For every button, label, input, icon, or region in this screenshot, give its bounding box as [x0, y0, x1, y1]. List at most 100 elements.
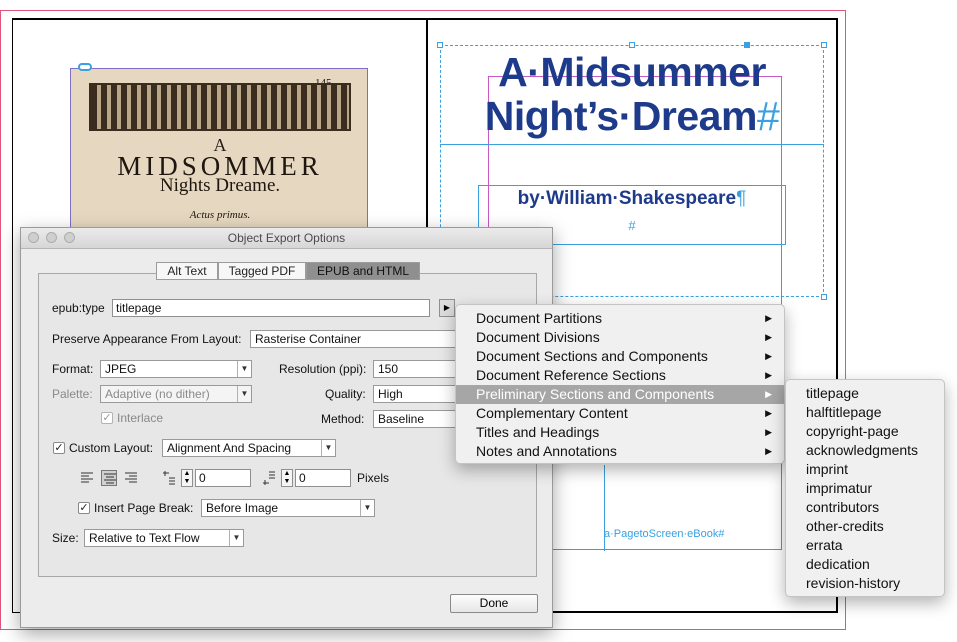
dialog-titlebar[interactable]: Object Export Options	[21, 228, 552, 249]
hidden-char-pilcrow: ¶	[736, 188, 747, 209]
selection-handle[interactable]	[821, 294, 827, 300]
book-title[interactable]: A·Midsummer Night’s·Dream#	[440, 50, 824, 138]
selection-handle[interactable]	[821, 42, 827, 48]
submenu-item-imprimatur[interactable]: imprimatur	[786, 479, 944, 498]
menu-item-complementary-content[interactable]: Complementary Content ▶	[456, 404, 784, 423]
chevron-down-icon: ▼	[360, 500, 374, 516]
method-value: Baseline	[378, 412, 425, 426]
book-title-line-2-text: Night’s·Dream	[484, 93, 758, 139]
size-label: Size:	[52, 531, 79, 545]
done-button[interactable]: Done	[450, 594, 538, 613]
submenu-item-copyright-page[interactable]: copyright-page	[786, 422, 944, 441]
menu-item-document-sections[interactable]: Document Sections and Components ▶	[456, 347, 784, 366]
submenu-item-dedication[interactable]: dedication	[786, 555, 944, 574]
submenu-arrow-icon: ▶	[765, 351, 772, 361]
custom-layout-label: Custom Layout:	[69, 441, 154, 455]
footer-text: a·PagetoScreen·eBook#	[604, 528, 725, 540]
insert-page-break-checkbox[interactable]: ✓	[78, 502, 90, 514]
insert-page-break-value: Before Image	[206, 501, 279, 515]
align-right-icon[interactable]	[123, 470, 139, 486]
submenu-item-contributors[interactable]: contributors	[786, 498, 944, 517]
tab-alt-text[interactable]: Alt Text	[156, 262, 218, 280]
selection-handle[interactable]	[744, 42, 750, 48]
resolution-select[interactable]: 150	[373, 360, 461, 378]
method-select[interactable]: Baseline	[373, 410, 461, 428]
palette-value: Adaptive (no dither)	[105, 387, 210, 401]
insert-page-break-select[interactable]: Before Image ▼	[201, 499, 375, 517]
space-before-icon	[163, 471, 175, 485]
space-after-icon	[263, 471, 275, 485]
title-frame-baseline	[440, 144, 824, 145]
chevron-down-icon: ▼	[237, 361, 251, 377]
dialog-title: Object Export Options	[227, 231, 346, 245]
menu-item-titles-and-headings[interactable]: Titles and Headings ▶	[456, 423, 784, 442]
quality-select[interactable]: High	[373, 385, 461, 403]
submenu-arrow-icon: ▶	[765, 446, 772, 456]
size-select[interactable]: Relative to Text Flow ▼	[84, 529, 244, 547]
menu-item-label: Document Reference Sections	[476, 367, 666, 383]
format-value: JPEG	[105, 362, 137, 376]
quality-label: Quality:	[325, 387, 366, 401]
submenu-item-halftitlepage[interactable]: halftitlepage	[786, 403, 944, 422]
quality-value: High	[378, 387, 403, 401]
byline: by·William·Shakespeare¶	[478, 188, 786, 210]
submenu-item-acknowledgments[interactable]: acknowledgments	[786, 441, 944, 460]
menu-item-document-reference[interactable]: Document Reference Sections ▶	[456, 366, 784, 385]
format-label: Format:	[52, 362, 94, 376]
tab-tagged-pdf[interactable]: Tagged PDF	[218, 262, 306, 280]
hidden-char-hash: #	[756, 93, 780, 139]
epub-type-menu-button[interactable]: ▶	[439, 299, 455, 317]
preserve-appearance-label: Preserve Appearance From Layout:	[52, 332, 242, 346]
scan-subtitle: Nights Dreame.	[159, 175, 281, 196]
align-center-icon[interactable]	[101, 470, 117, 486]
tab-epub-and-html[interactable]: EPUB and HTML	[306, 262, 420, 280]
selection-handle[interactable]	[437, 42, 443, 48]
space-after-input[interactable]: 0	[295, 469, 351, 487]
menu-item-document-partitions[interactable]: Document Partitions ▶	[456, 309, 784, 328]
custom-layout-select[interactable]: Alignment And Spacing ▼	[162, 439, 336, 457]
menu-item-document-divisions[interactable]: Document Divisions ▶	[456, 328, 784, 347]
interlace-label: Interlace	[117, 411, 164, 425]
pixels-label: Pixels	[357, 471, 390, 485]
space-after-stepper[interactable]: ▲ ▼	[281, 469, 293, 487]
method-label: Method:	[321, 412, 365, 426]
submenu-item-other-credits[interactable]: other-credits	[786, 517, 944, 536]
size-value: Relative to Text Flow	[89, 531, 200, 545]
menu-item-preliminary-sections[interactable]: Preliminary Sections and Components ▶	[456, 385, 784, 404]
menu-item-notes-and-annotations[interactable]: Notes and Annotations ▶	[456, 442, 784, 461]
submenu-arrow-icon: ▶	[765, 370, 772, 380]
space-before-stepper[interactable]: ▲ ▼	[181, 469, 193, 487]
preserve-appearance-select[interactable]: Rasterise Container	[250, 330, 462, 348]
book-title-line-2: Night’s·Dream#	[440, 94, 824, 138]
epub-type-menu: Document Partitions ▶ Document Divisions ▶…	[455, 304, 785, 464]
submenu-item-imprint[interactable]: imprint	[786, 460, 944, 479]
book-title-line-1: A·Midsummer	[498, 49, 766, 95]
scan-act: Actus primus.	[189, 209, 251, 221]
preliminary-sections-submenu: titlepage halftitlepage copyright-page a…	[785, 379, 945, 597]
submenu-arrow-icon: ▶	[765, 313, 772, 323]
align-left-icon[interactable]	[79, 470, 95, 486]
menu-item-label: Notes and Annotations	[476, 443, 617, 459]
insert-page-break-label: Insert Page Break:	[94, 501, 194, 515]
submenu-item-revision-history[interactable]: revision-history	[786, 574, 944, 593]
space-before-input[interactable]: 0	[195, 469, 251, 487]
submenu-arrow-icon: ▶	[765, 389, 772, 399]
scanned-title-image[interactable]: 145 A MIDSOMMER Nights Dreame. Actus pri…	[70, 68, 368, 240]
preserve-appearance-value: Rasterise Container	[255, 332, 362, 346]
selection-handle[interactable]	[629, 42, 635, 48]
submenu-item-titlepage[interactable]: titlepage	[786, 384, 944, 403]
resolution-label: Resolution (ppi):	[279, 362, 367, 376]
palette-label: Palette:	[52, 387, 93, 401]
palette-select[interactable]: Adaptive (no dither) ▼	[100, 385, 252, 403]
menu-item-label: Document Divisions	[476, 329, 600, 345]
menu-item-label: Document Partitions	[476, 310, 603, 326]
interlace-checkbox[interactable]: ✓	[101, 412, 113, 424]
submenu-arrow-icon: ▶	[765, 332, 772, 342]
epub-type-input[interactable]: titlepage	[112, 299, 430, 317]
anchored-object-icon[interactable]	[78, 63, 92, 71]
custom-layout-checkbox[interactable]: ✓	[53, 442, 65, 454]
chevron-down-icon: ▼	[237, 386, 251, 402]
format-select[interactable]: JPEG ▼	[100, 360, 252, 378]
menu-item-label: Complementary Content	[476, 405, 628, 421]
submenu-item-errata[interactable]: errata	[786, 536, 944, 555]
